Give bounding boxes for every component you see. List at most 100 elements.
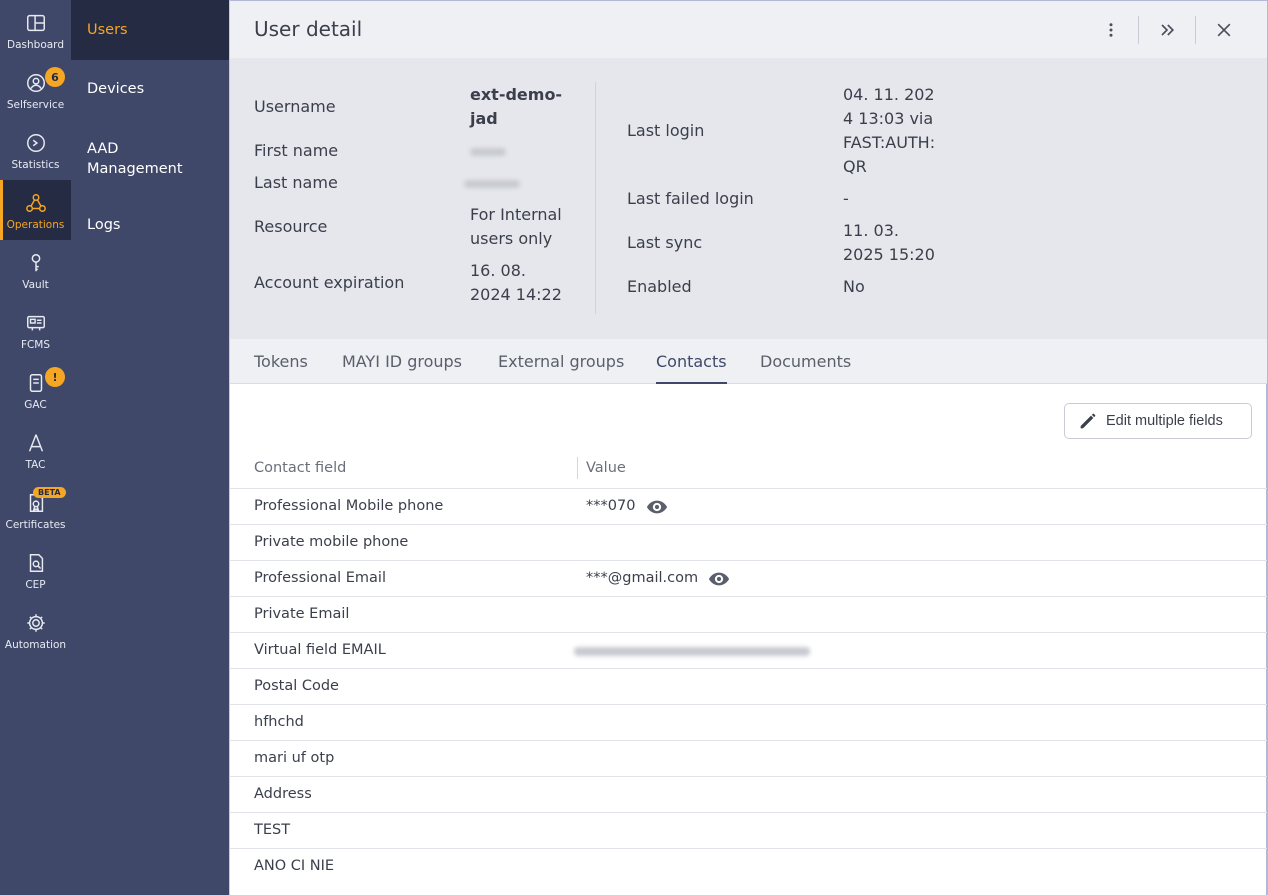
rail-label: Vault: [22, 279, 49, 291]
column-header-value[interactable]: Value: [586, 460, 626, 476]
summary-divider: [595, 82, 596, 314]
last-name-redacted: [464, 180, 520, 188]
rail-item-statistics[interactable]: Statistics: [0, 120, 71, 180]
last-login-label: Last login: [627, 121, 705, 140]
table-row: Address: [230, 776, 1267, 812]
rail-item-fcms[interactable]: FCMS: [0, 300, 71, 360]
last-sync-value: 11. 03. 2025 15:20: [843, 221, 935, 264]
rail-label: Dashboard: [7, 39, 64, 51]
rail-label: Operations: [6, 219, 65, 231]
edit-multiple-fields-button[interactable]: Edit multiple fields: [1064, 403, 1252, 439]
table-row: Professional Email ***@gmail.com: [230, 560, 1267, 596]
card-stack-icon: [24, 311, 48, 335]
last-failed-login-value: -: [843, 189, 849, 208]
contact-field-name: Private Email: [254, 606, 350, 622]
close-icon: [1217, 23, 1231, 37]
rail-item-gac[interactable]: GAC !: [0, 360, 71, 420]
rail-item-cep[interactable]: CEP: [0, 540, 71, 600]
subnav-item-logs[interactable]: Logs: [71, 196, 230, 254]
table-row: Private Email: [230, 596, 1267, 632]
column-divider: [577, 457, 578, 479]
double-chevron-right-icon: [1161, 24, 1175, 36]
rail-item-certificates[interactable]: Certificates BETA: [0, 480, 71, 540]
tab-contacts[interactable]: Contacts: [656, 352, 727, 384]
account-expiration-label: Account expiration: [254, 273, 405, 292]
header-divider: [1195, 16, 1196, 44]
more-vertical-icon: [1109, 23, 1113, 37]
subnav-item-users[interactable]: Users: [71, 0, 230, 60]
edit-button-label: Edit multiple fields: [1106, 413, 1223, 429]
eye-icon[interactable]: [708, 570, 730, 588]
eye-icon[interactable]: [646, 498, 668, 516]
tab-documents[interactable]: Documents: [760, 352, 851, 382]
rail-label: TAC: [25, 459, 46, 471]
gauge-icon: [24, 131, 48, 155]
contact-field-name: Private mobile phone: [254, 534, 409, 550]
rail-item-selfservice[interactable]: Selfservice 6: [0, 60, 71, 120]
last-failed-login-label: Last failed login: [627, 189, 754, 208]
close-button[interactable]: [1209, 15, 1239, 45]
key-icon: [24, 251, 48, 275]
rail-label: Automation: [4, 639, 67, 651]
rail-item-automation[interactable]: Automation: [0, 600, 71, 660]
contact-field-name: TEST: [254, 822, 291, 838]
document-search-icon: [24, 551, 48, 575]
panel-header: User detail: [230, 1, 1267, 58]
contact-field-value: ***@gmail.com: [586, 570, 699, 586]
antenna-icon: [24, 431, 48, 455]
contact-field-name: Professional Email: [254, 570, 386, 586]
dashboard-icon: [24, 11, 48, 35]
rail-label: CEP: [25, 579, 46, 591]
contact-field-name: Postal Code: [254, 678, 339, 694]
table-row: TEST: [230, 812, 1267, 848]
tab-tokens[interactable]: Tokens: [254, 352, 308, 382]
username-value: ext-demo-jad: [470, 85, 563, 128]
subnav-item-aad-management[interactable]: AAD Management: [71, 128, 211, 190]
rail-item-vault[interactable]: Vault: [0, 240, 71, 300]
rail-label: Certificates: [5, 519, 66, 531]
contact-field-name: ANO CI NIE: [254, 858, 335, 874]
tab-external-groups[interactable]: External groups: [498, 352, 624, 382]
header-divider: [1138, 16, 1139, 44]
contact-field-name: Professional Mobile phone: [254, 498, 444, 514]
column-header-contact-field[interactable]: Contact field: [254, 460, 346, 476]
first-name-label: First name: [254, 141, 339, 160]
first-name-redacted: [470, 148, 506, 156]
page-title: User detail: [254, 17, 363, 41]
last-sync-label: Last sync: [627, 233, 703, 252]
table-row: Professional Mobile phone ***070: [230, 488, 1267, 524]
rail-label: FCMS: [20, 339, 51, 351]
contact-field-name: mari uf otp: [254, 750, 335, 766]
contact-field-name: Address: [254, 786, 312, 802]
rail-label: Selfservice: [6, 99, 65, 111]
table-row: mari uf otp: [230, 740, 1267, 776]
rail-item-tac[interactable]: TAC: [0, 420, 71, 480]
table-row: Postal Code: [230, 668, 1267, 704]
expand-panel-button[interactable]: [1152, 15, 1182, 45]
more-options-button[interactable]: [1096, 15, 1126, 45]
contact-field-name: Virtual field EMAIL: [254, 642, 386, 658]
detail-tabs: Tokens MAYI ID groups External groups Co…: [230, 339, 1267, 384]
rail-item-operations[interactable]: Operations: [0, 180, 71, 240]
pencil-icon: [1080, 413, 1096, 429]
user-circle-icon: [24, 71, 48, 95]
table-row: Private mobile phone: [230, 524, 1267, 560]
resource-label: Resource: [254, 217, 328, 236]
contact-field-value: ***070: [586, 498, 636, 514]
notification-badge: 6: [45, 67, 65, 87]
phone-device-icon: [24, 371, 48, 395]
table-row: Virtual field EMAIL: [230, 632, 1267, 668]
rail-label: Statistics: [11, 159, 60, 171]
table-row: hfhchd: [230, 704, 1267, 740]
user-summary: Username ext-demo-jad First name Last na…: [230, 58, 1267, 339]
table-row: ANO CI NIE: [230, 848, 1267, 884]
subnav-item-devices[interactable]: Devices: [71, 60, 230, 118]
enabled-label: Enabled: [627, 277, 692, 296]
icon-rail: Dashboard Selfservice 6 Statistics Opera…: [0, 0, 71, 895]
tab-mayi-id-groups[interactable]: MAYI ID groups: [342, 352, 462, 382]
rail-item-dashboard[interactable]: Dashboard: [0, 0, 71, 60]
user-detail-panel: User detail Username ext-demo-jad First …: [229, 0, 1268, 895]
warning-badge: !: [45, 367, 65, 387]
username-label: Username: [254, 97, 336, 116]
beta-badge: BETA: [33, 487, 66, 498]
